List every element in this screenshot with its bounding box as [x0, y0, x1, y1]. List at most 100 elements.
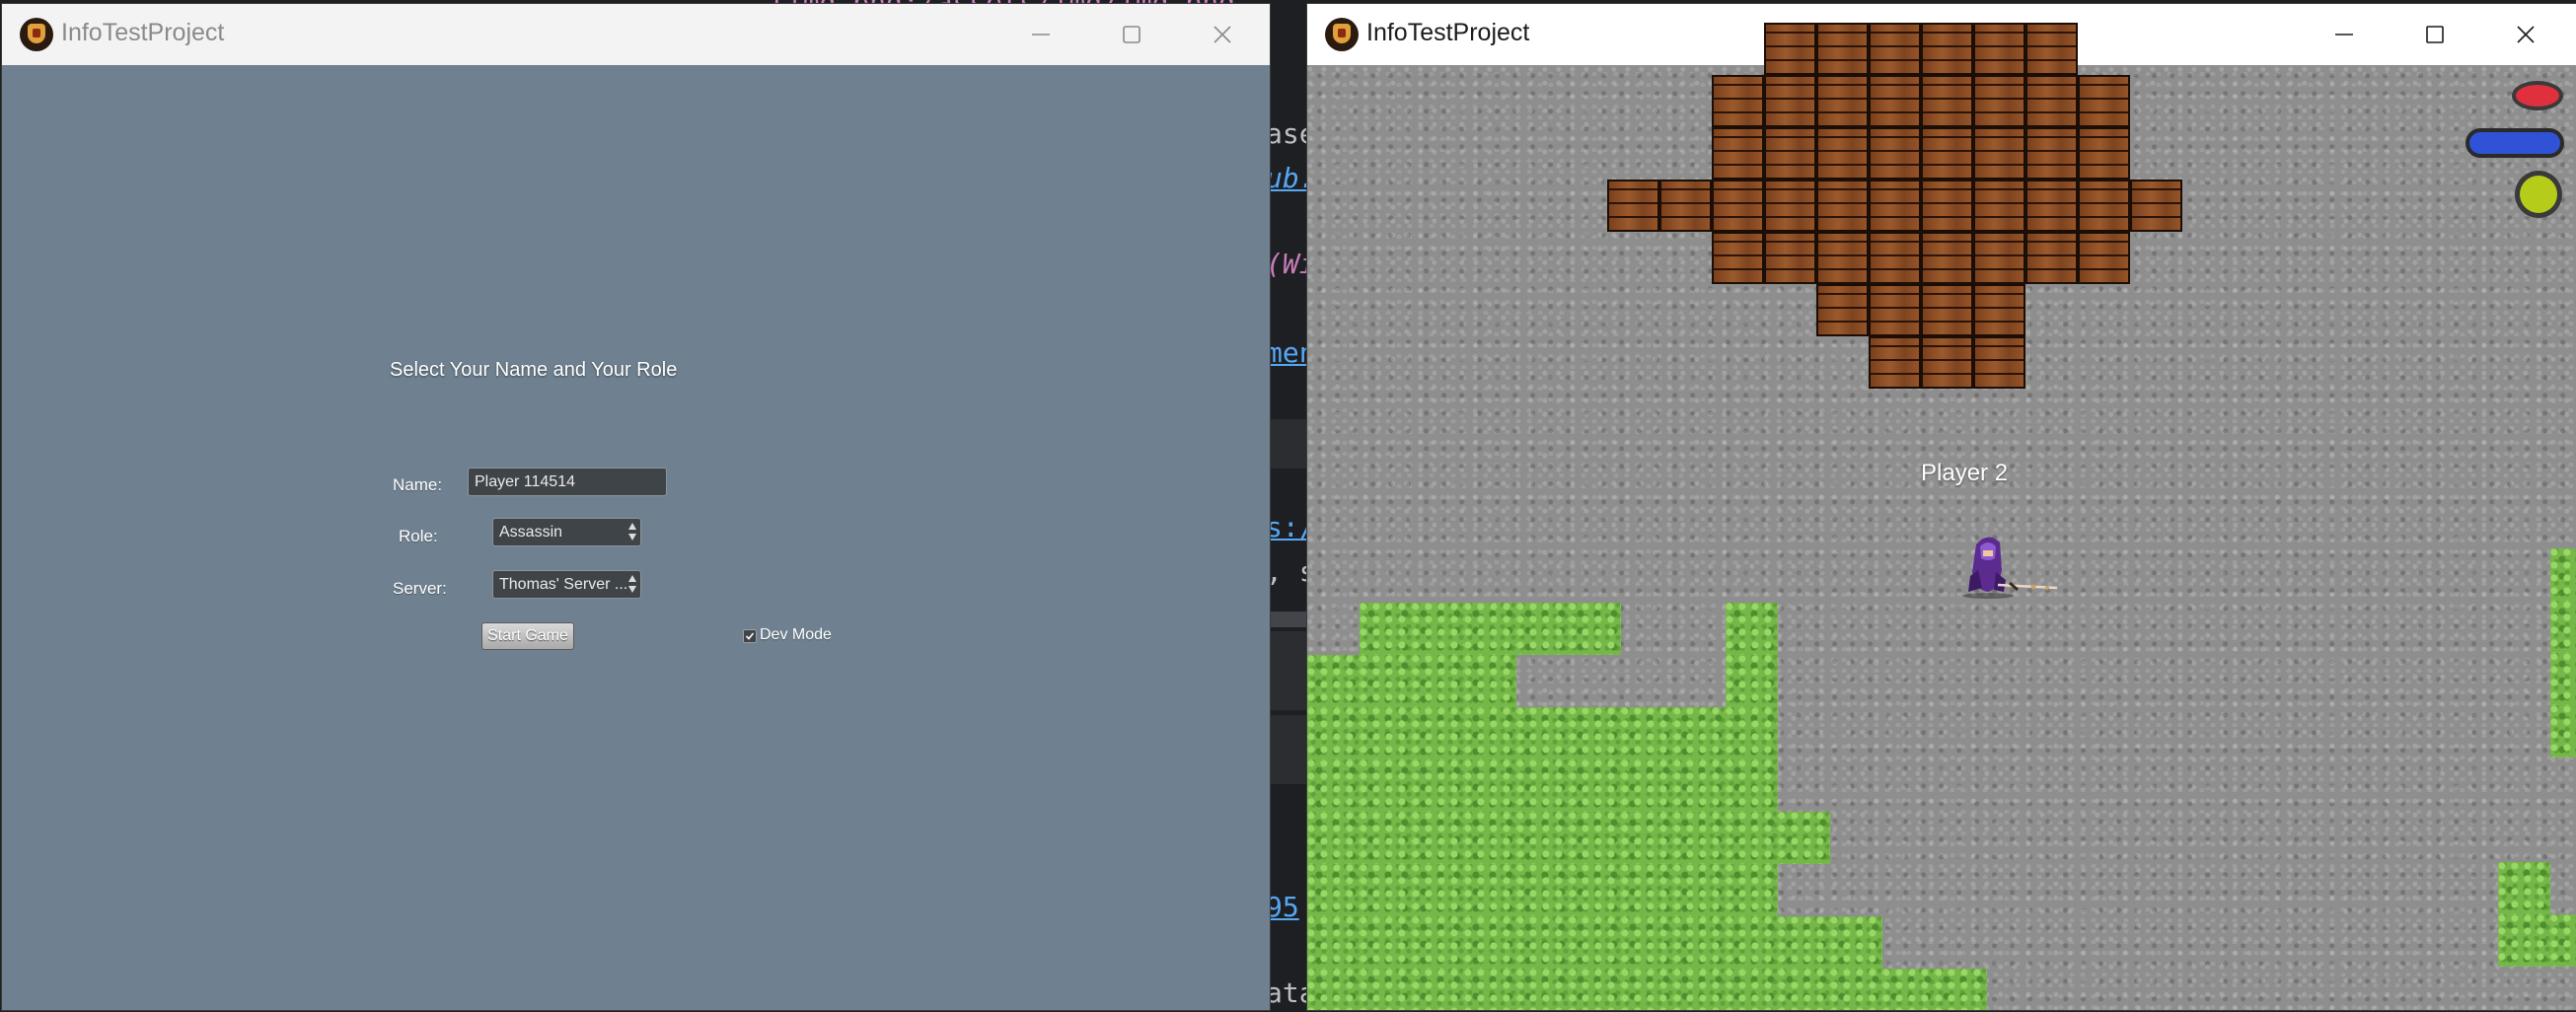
dev-mode-checkbox[interactable] [743, 629, 757, 643]
player-name-label: Player 2 [1921, 460, 2009, 486]
grass-tile [2550, 601, 2576, 653]
wood-crate-tile [1764, 232, 1816, 284]
wood-crate-tile [1921, 127, 1973, 180]
editor-highlight-band [1263, 715, 1312, 784]
checkmark-icon [745, 632, 755, 640]
wood-crate-tile [1921, 75, 1973, 127]
editor-highlight-band [1263, 612, 1312, 627]
wood-crate-tile [1816, 23, 1869, 75]
grass-tile [1360, 864, 1412, 916]
player-sprite [1962, 537, 2058, 599]
wood-crate-tile [1921, 180, 1973, 232]
wood-crate-tile [1973, 284, 2025, 336]
window-title: InfoTestProject [1366, 19, 1530, 46]
wood-crate-tile [1659, 180, 1712, 232]
server-select-value: Thomas' Server ... [499, 576, 628, 593]
wood-crate-tile [2025, 180, 2078, 232]
grass-tile [1778, 969, 1830, 1010]
grass-tile [1569, 603, 1621, 655]
grass-tile [1621, 812, 1673, 864]
grass-tile [1360, 603, 1412, 655]
role-select[interactable]: Assassin [492, 518, 641, 546]
grass-tile [1726, 916, 1778, 969]
wood-crate-tile [1816, 232, 1869, 284]
grass-tile [1569, 759, 1621, 812]
wood-crate-tile [1921, 336, 1973, 389]
start-game-button[interactable]: Start Game [481, 622, 574, 650]
wood-crate-tile [2078, 127, 2130, 180]
grass-tile [1726, 812, 1778, 864]
wood-crate-tile [1869, 284, 1921, 336]
app-icon [1325, 18, 1359, 51]
maximize-button[interactable] [2390, 4, 2480, 65]
grass-tile [1569, 707, 1621, 759]
grass-tile [2498, 914, 2550, 967]
wood-crate-tile [1869, 75, 1921, 127]
grass-tile [1307, 707, 1360, 759]
wood-crate-tile [1816, 180, 1869, 232]
wood-crate-tile [1869, 23, 1921, 75]
wood-crate-tile [2078, 75, 2130, 127]
wood-crate-tile [2025, 23, 2078, 75]
spinner-arrows-icon [628, 574, 636, 594]
grass-tile [1412, 916, 1464, 969]
wood-crate-tile [1869, 336, 1921, 389]
grass-tile [1621, 969, 1673, 1010]
grass-tile [1464, 916, 1516, 969]
grass-tile [1464, 707, 1516, 759]
grass-tile [1360, 707, 1412, 759]
stamina-indicator-icon [2515, 171, 2562, 218]
wood-crate-tile [1869, 232, 1921, 284]
wood-crate-tile [2130, 180, 2182, 232]
wood-crate-tile [1973, 23, 2025, 75]
grass-tile [1464, 969, 1516, 1010]
game-canvas[interactable]: Player 2 [1307, 23, 2576, 1010]
name-input[interactable]: Player 114514 [468, 468, 667, 496]
grass-tile [1464, 603, 1516, 655]
grass-tile [1516, 812, 1569, 864]
close-button[interactable] [2480, 4, 2571, 65]
grass-tile [1360, 812, 1412, 864]
wood-crate-tile [1764, 75, 1816, 127]
spinner-arrows-icon [628, 522, 636, 542]
grass-tile [2550, 914, 2576, 967]
grass-tile [1673, 916, 1726, 969]
minimize-button[interactable] [2299, 4, 2390, 65]
grass-tile [2550, 705, 2576, 758]
grass-tile [1673, 812, 1726, 864]
grass-tile [1307, 864, 1360, 916]
wood-crate-tile [2025, 75, 2078, 127]
grass-tile [2550, 548, 2576, 601]
menu-window: InfoTestProject Select Your Name and You… [2, 4, 1270, 1010]
grass-tile [1307, 655, 1360, 707]
server-label: Server: [393, 579, 447, 598]
grass-tile [1726, 759, 1778, 812]
wood-crate-tile [1921, 284, 1973, 336]
grass-tile [1830, 916, 1882, 969]
grass-tile [1778, 812, 1830, 864]
grass-tile [1569, 812, 1621, 864]
grass-tile [1516, 864, 1569, 916]
wood-crate-tile [1973, 336, 2025, 389]
server-select[interactable]: Thomas' Server ... [492, 570, 641, 599]
grass-tile [1516, 603, 1569, 655]
wood-crate-tile [1973, 75, 2025, 127]
grass-tile [1621, 707, 1673, 759]
grass-tile [1412, 864, 1464, 916]
wood-crate-tile [1973, 232, 2025, 284]
editor-fragment: 95 [1266, 891, 1299, 923]
grass-tile [1778, 916, 1830, 969]
wood-crate-tile [1973, 127, 2025, 180]
editor-highlight-band [1263, 419, 1312, 469]
health-indicator-icon [2512, 81, 2563, 110]
grass-tile [1569, 969, 1621, 1010]
wood-crate-tile [1712, 180, 1764, 232]
grass-tile [1464, 812, 1516, 864]
wood-crate-tile [1921, 232, 1973, 284]
minimize-icon [2335, 34, 2353, 36]
wood-crate-tile [1712, 75, 1764, 127]
grass-tile [1882, 969, 1935, 1010]
wood-crate-tile [1816, 75, 1869, 127]
wood-crate-tile [1764, 23, 1816, 75]
page-title: Select Your Name and Your Role [390, 359, 678, 381]
